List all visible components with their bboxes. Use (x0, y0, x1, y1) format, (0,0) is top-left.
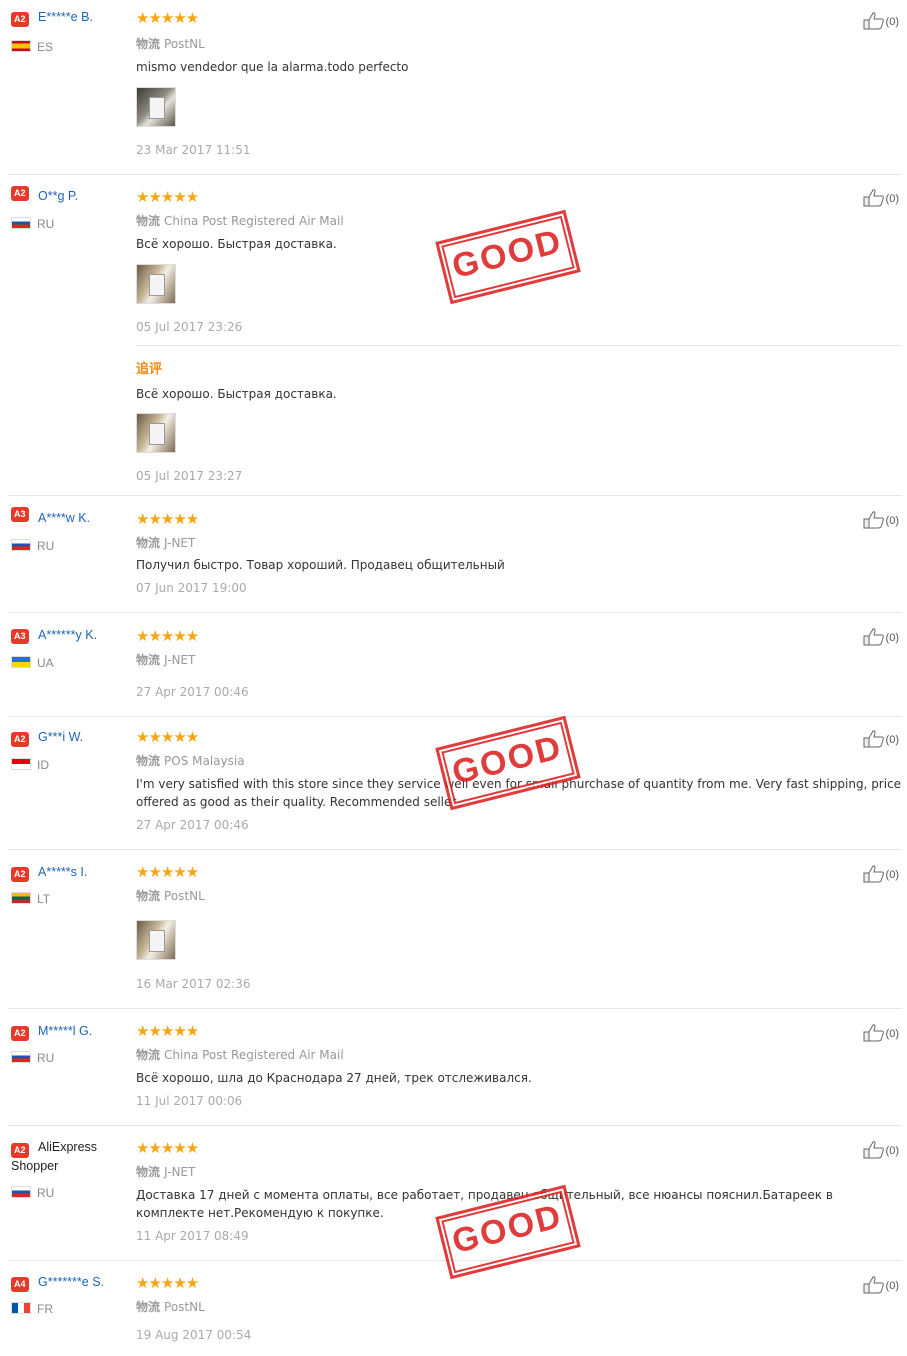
review-date: 11 Apr 2017 08:49 (136, 1229, 249, 1243)
helpful-button[interactable]: (0) (863, 1024, 899, 1042)
thumbs-up-icon (863, 189, 884, 207)
helpful-button[interactable]: (0) (863, 628, 899, 646)
review-date: 07 Jun 2017 19:00 (136, 581, 247, 595)
rating-stars: ★★★★★ (136, 1274, 199, 1292)
review-text: Всё хорошо, шла до Краснодара 27 дней, т… (136, 1071, 532, 1085)
review-date: 11 Jul 2017 00:06 (136, 1094, 243, 1108)
buyer-country: FR (11, 1302, 53, 1316)
review-date: 27 Apr 2017 00:46 (136, 818, 249, 832)
buyer-name: AliExpress Shopper (11, 1140, 98, 1173)
shipping-method: 物流 POS Malaysia (136, 754, 245, 768)
buyer-name-link[interactable]: A******y K. (38, 628, 97, 642)
flag-fr-icon (11, 1302, 31, 1314)
appended-review-date: 05 Jul 2017 23:27 (136, 469, 243, 483)
buyer-name-link[interactable]: E*****e B. (38, 10, 93, 24)
rating-stars: ★★★★★ (136, 188, 199, 206)
review-date: 19 Aug 2017 00:54 (136, 1328, 252, 1342)
shipping-method: 物流 J-NET (136, 1165, 196, 1179)
buyer-country: UA (11, 656, 54, 670)
thumbs-up-icon (863, 865, 884, 883)
review-date: 16 Mar 2017 02:36 (136, 977, 251, 991)
flag-ru-icon (11, 1186, 31, 1198)
appended-review: 追评 Всё хорошо. Быстрая доставка. 05 Jul … (136, 345, 902, 496)
shipping-method: 物流 J-NET (136, 653, 196, 667)
shipping-method: 物流 China Post Registered Air Mail (136, 214, 344, 228)
thumbs-up-icon (863, 730, 884, 748)
helpful-button[interactable]: (0) (863, 1276, 899, 1294)
buyer-name-link[interactable]: A*****s I. (38, 865, 87, 879)
flag-ru-icon (11, 1051, 31, 1063)
helpful-button[interactable]: (0) (863, 730, 899, 748)
rating-stars: ★★★★★ (136, 9, 199, 27)
thumbs-up-icon (863, 12, 884, 30)
appended-review-label: 追评 (136, 362, 163, 377)
buyer-level-badge: A2 (11, 12, 29, 27)
rating-stars: ★★★★★ (136, 1139, 199, 1157)
review-text: Получил быстро. Товар хороший. Продавец … (136, 558, 505, 572)
flag-es-icon (11, 40, 31, 52)
buyer-country: ID (11, 758, 49, 772)
buyer-country: RU (11, 1051, 54, 1065)
shipping-method: 物流 PostNL (136, 1300, 205, 1314)
rating-stars: ★★★★★ (136, 863, 199, 881)
flag-ua-icon (11, 656, 31, 668)
helpful-button[interactable]: (0) (863, 1141, 899, 1159)
buyer-level-badge: A4 (11, 1277, 29, 1292)
buyer-country: RU (11, 217, 54, 231)
buyer-name-link[interactable]: G*******e S. (38, 1275, 104, 1289)
buyer-level-badge: A2 (11, 1026, 29, 1041)
review-item: A3 A******y K. UA ★★★★★ 物流 J-NET 27 Apr 2… (8, 612, 902, 717)
helpful-button[interactable]: (0) (863, 12, 899, 30)
rating-stars: ★★★★★ (136, 1022, 199, 1040)
review-date: 27 Apr 2017 00:46 (136, 685, 249, 699)
buyer-level-badge: A2 (11, 867, 29, 882)
appended-review-text: Всё хорошо. Быстрая доставка. (136, 387, 337, 401)
flag-lt-icon (11, 892, 31, 904)
buyer-level-badge: A3 (11, 507, 29, 522)
review-item: A2 A*****s I. LT ★★★★★ 物流 PostNL 16 Mar 2… (8, 849, 902, 1009)
shipping-method: 物流 PostNL (136, 37, 205, 51)
thumbs-up-icon (863, 1141, 884, 1159)
thumbs-up-icon (863, 511, 884, 529)
shipping-method: 物流 J-NET (136, 536, 196, 550)
buyer-level-badge: A3 (11, 629, 29, 644)
flag-id-icon (11, 758, 31, 770)
helpful-button[interactable]: (0) (863, 865, 899, 883)
buyer-country: RU (11, 539, 54, 553)
review-item: A2 E*****e B. ES ★★★★★ 物流 PostNL mismo ve… (8, 0, 902, 175)
buyer-country: LT (11, 892, 50, 906)
review-photo-thumbnail[interactable] (136, 87, 176, 127)
shipping-method: 物流 China Post Registered Air Mail (136, 1048, 344, 1062)
thumbs-up-icon (863, 628, 884, 646)
buyer-name-link[interactable]: A****w K. (38, 511, 90, 525)
buyer-level-badge: A2 (11, 732, 29, 747)
buyer-name-link[interactable]: O**g P. (38, 189, 78, 203)
shipping-method: 物流 PostNL (136, 889, 205, 903)
helpful-button[interactable]: (0) (863, 189, 899, 207)
review-text: mismo vendedor que la alarma.todo perfec… (136, 60, 409, 74)
buyer-country: ES (11, 40, 53, 54)
rating-stars: ★★★★★ (136, 728, 199, 746)
review-photo-thumbnail[interactable] (136, 920, 176, 960)
buyer-level-badge: A2 (11, 186, 29, 201)
buyer-name-link[interactable]: M*****l G. (38, 1024, 92, 1038)
review-photo-thumbnail[interactable] (136, 264, 176, 304)
review-date: 05 Jul 2017 23:26 (136, 320, 243, 334)
buyer-name-link[interactable]: G***i W. (38, 730, 83, 744)
thumbs-up-icon (863, 1024, 884, 1042)
review-date: 23 Mar 2017 11:51 (136, 143, 251, 157)
review-item: A2 M*****l G. RU ★★★★★ 物流 China Post Regi… (8, 1008, 902, 1126)
helpful-button[interactable]: (0) (863, 511, 899, 529)
buyer-country: RU (11, 1186, 54, 1200)
flag-ru-icon (11, 217, 31, 229)
review-photo-thumbnail[interactable] (136, 413, 176, 453)
review-item: A2 O**g P. RU ★★★★★ 物流 China Post Registe… (8, 174, 902, 496)
rating-stars: ★★★★★ (136, 627, 199, 645)
thumbs-up-icon (863, 1276, 884, 1294)
flag-ru-icon (11, 539, 31, 551)
rating-stars: ★★★★★ (136, 510, 199, 528)
review-item: A3 A****w K. RU ★★★★★ 物流 J-NET Получил бы… (8, 495, 902, 613)
